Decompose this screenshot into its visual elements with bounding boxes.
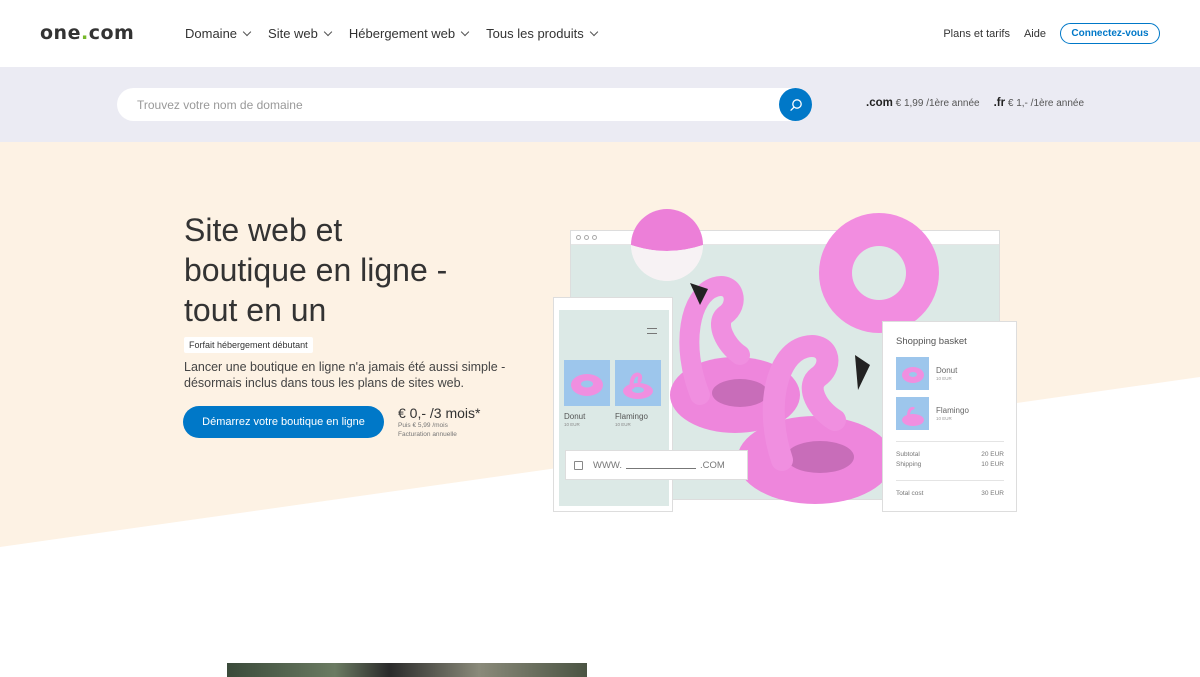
- nav-hebergement[interactable]: Hébergement web: [348, 26, 470, 41]
- chevron-down-icon: [323, 27, 333, 37]
- url-prefix: WWW.: [593, 459, 623, 471]
- basket-item-price: 10 EUR: [936, 416, 952, 421]
- nav-domaine[interactable]: Domaine: [185, 26, 252, 41]
- price-com: .com € 1,99 /1ère année: [866, 97, 980, 109]
- subtotal-row: Subtotal 20 EUR: [896, 451, 1004, 458]
- price-note-line: Puis € 5,99 /mois: [398, 422, 448, 429]
- total-row: Total cost 30 EUR: [896, 490, 1004, 497]
- row-value: 20 EUR: [981, 451, 1004, 458]
- tld-label: .com: [866, 97, 893, 109]
- offer-price: € 0,- /3 mois*: [398, 405, 481, 421]
- search-button[interactable]: [779, 88, 812, 121]
- tld-price: € 1,99 /1ère année: [895, 98, 980, 109]
- hero-title-line: tout en un: [184, 292, 327, 328]
- help-link[interactable]: Aide: [1024, 28, 1046, 40]
- basket-item-name: Donut: [936, 366, 958, 375]
- basket-thumb-flamingo: [896, 397, 929, 430]
- donut-icon: [901, 366, 924, 383]
- header-right: Plans et tarifs Aide Connectez-vous: [943, 23, 1160, 44]
- domain-search-band: .com € 1,99 /1ère année .fr € 1,- /1ère …: [0, 67, 1200, 142]
- offer-price-note: Puis € 5,99 /mois Facturation annuelle: [398, 421, 457, 439]
- beach-ball-icon: [631, 209, 703, 281]
- basket-item-price: 10 EUR: [936, 376, 952, 381]
- brand-logo[interactable]: one.com: [40, 22, 134, 44]
- plans-link[interactable]: Plans et tarifs: [943, 28, 1010, 40]
- divider: [896, 441, 1004, 442]
- row-label: Shipping: [896, 461, 922, 468]
- shopping-basket-card: Shopping basket Donut 10 EUR Flamingo 10…: [882, 321, 1017, 512]
- logo-text-com: com: [88, 22, 135, 44]
- hero-title: Site web et boutique en ligne - tout en …: [184, 210, 514, 330]
- flamingo-icon: [901, 406, 924, 426]
- hero-illustration: Donut 10 EUR Flamingo 10 EUR WWW. .COM S…: [550, 205, 1020, 515]
- main-nav: Domaine Site web Hébergement web Tous le…: [185, 26, 615, 41]
- ring-float-icon: [819, 213, 939, 333]
- nav-site-web[interactable]: Site web: [268, 26, 333, 41]
- basket-title: Shopping basket: [896, 336, 967, 347]
- price-note-line: Facturation annuelle: [398, 431, 457, 438]
- chevron-down-icon: [589, 27, 598, 37]
- search-box: [117, 88, 812, 121]
- section-photo: [227, 663, 587, 677]
- basket-item-name: Flamingo: [936, 406, 969, 415]
- url-blank-line: [626, 461, 697, 469]
- row-label: Subtotal: [896, 451, 920, 458]
- logo-text-one: one: [40, 22, 81, 44]
- nav-tous-produits[interactable]: Tous les produits: [486, 26, 598, 41]
- domain-search-input[interactable]: [137, 88, 767, 121]
- hero-title-line: Site web et: [184, 212, 343, 248]
- nav-label: Domaine: [185, 26, 238, 41]
- top-header: one.com Domaine Site web Hébergement web…: [0, 0, 1200, 67]
- tld-label: .fr: [993, 97, 1006, 109]
- logo-dot: .: [80, 22, 89, 44]
- hero-title-line: boutique en ligne -: [184, 252, 448, 288]
- nav-label: Tous les produits: [486, 26, 584, 41]
- tld-price: € 1,- /1ère année: [1007, 98, 1085, 109]
- hero-description: Lancer une boutique en ligne n'a jamais …: [184, 360, 506, 390]
- row-value: 10 EUR: [981, 461, 1004, 468]
- basket-thumb-donut: [896, 357, 929, 390]
- plan-badge: Forfait hébergement débutant: [184, 337, 313, 353]
- start-shop-button[interactable]: Démarrez votre boutique en ligne: [183, 406, 384, 438]
- search-icon: [789, 98, 802, 111]
- domain-prices: .com € 1,99 /1ère année .fr € 1,- /1ère …: [866, 97, 1098, 109]
- row-label: Total cost: [896, 490, 924, 497]
- chevron-down-icon: [242, 27, 252, 37]
- domain-url-bar: WWW. .COM: [565, 450, 748, 480]
- url-suffix: .COM: [700, 459, 725, 471]
- row-value: 30 EUR: [981, 490, 1004, 497]
- nav-label: Hébergement web: [348, 26, 456, 41]
- nav-label: Site web: [268, 26, 318, 41]
- divider: [896, 480, 1004, 481]
- shipping-row: Shipping 10 EUR: [896, 461, 1004, 468]
- chevron-down-icon: [460, 27, 470, 37]
- login-button[interactable]: Connectez-vous: [1060, 23, 1160, 44]
- price-fr: .fr € 1,- /1ère année: [994, 97, 1084, 109]
- lock-icon: [574, 460, 583, 470]
